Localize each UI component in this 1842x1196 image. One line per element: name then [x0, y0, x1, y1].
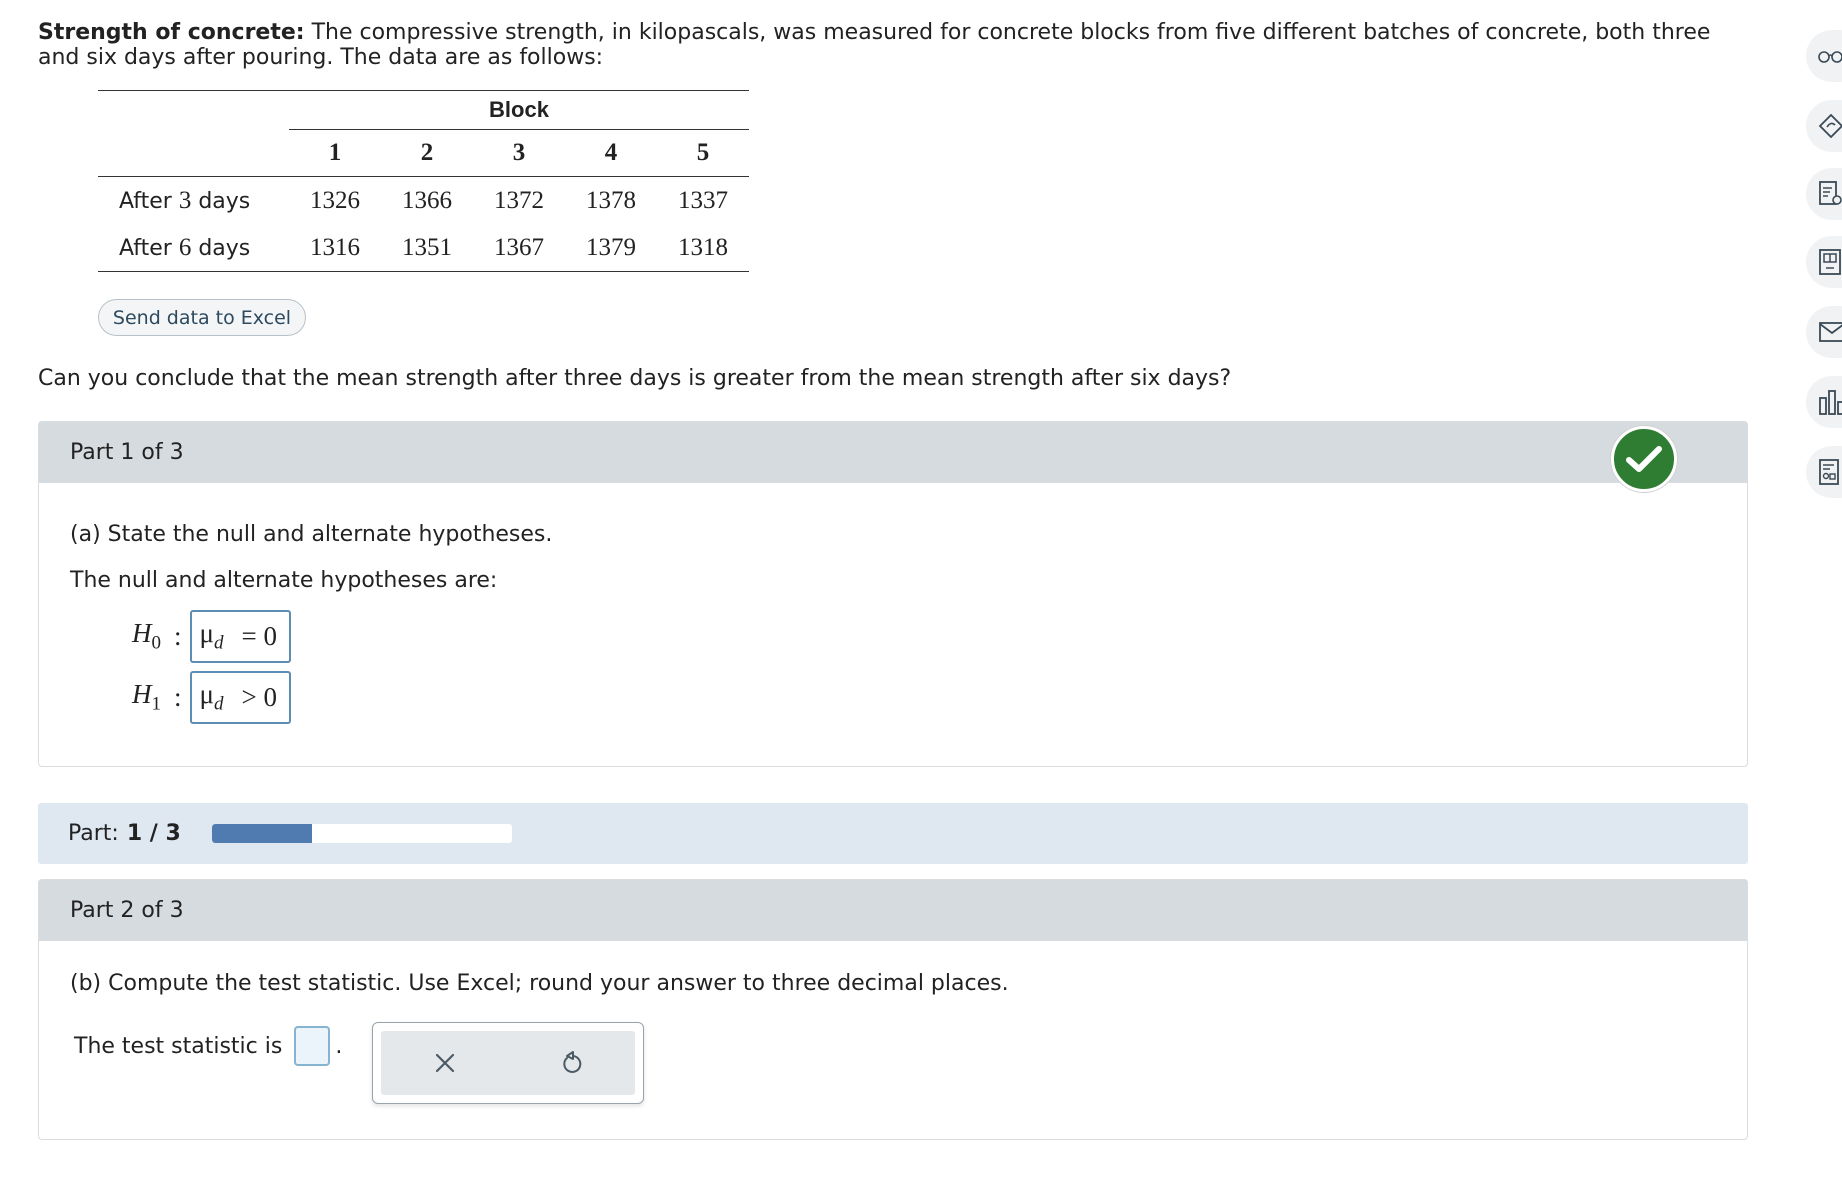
table-group-header: Block	[289, 90, 749, 130]
mail-icon	[1819, 322, 1842, 342]
table-column-header: 2	[381, 129, 473, 177]
part-2-card: Part 2 of 3 (b) Compute the test statist…	[38, 879, 1748, 1140]
book-icon	[1819, 249, 1841, 275]
side-tool-tag[interactable]	[1806, 100, 1842, 152]
problem-title: Strength of concrete:	[38, 20, 305, 45]
part-1-card: Part 1 of 3 (a) State the null and alter…	[38, 421, 1748, 767]
table-cell: 1316	[289, 224, 381, 272]
question-text: Can you conclude that the mean strength …	[38, 366, 1232, 391]
table-row-label: After 6 days	[98, 224, 289, 272]
send-data-to-excel-button[interactable]: Send data to Excel	[98, 299, 306, 336]
part-progress: Part: 1 / 3	[38, 803, 1748, 864]
table-column-header: 1	[289, 129, 381, 177]
notes-search-icon	[1819, 181, 1842, 205]
bar-chart-icon	[1819, 390, 1842, 415]
part-1-subprompt: The null and alternate hypotheses are:	[70, 568, 498, 593]
undo-button[interactable]	[552, 1043, 592, 1083]
test-statistic-label: The test statistic is	[74, 1033, 283, 1059]
table-cell: 1337	[678, 186, 728, 214]
null-hypothesis: H0 : μd = 0	[132, 610, 291, 663]
answer-tool-panel	[372, 1022, 644, 1104]
table-cell: 1351	[381, 224, 473, 272]
table-column-header: 5	[657, 129, 749, 177]
side-tool-chart[interactable]	[1806, 376, 1842, 428]
data-table: Block 12345 After 3 days 1326 1366 1372 1378…	[98, 90, 749, 272]
side-tool-notes[interactable]	[1806, 168, 1842, 220]
table-cell: 1372	[494, 186, 544, 214]
part-2-header: Part 2 of 3	[39, 880, 1747, 941]
progress-bar-fill	[211, 824, 312, 843]
table-cell: 1318	[657, 224, 749, 272]
side-tool-book[interactable]	[1806, 236, 1842, 288]
undo-icon	[562, 1051, 581, 1073]
glasses-icon	[1818, 51, 1842, 63]
test-statistic-input[interactable]	[294, 1026, 331, 1066]
table-row: After 6 days 1316 1351 1367 1379 1318	[98, 224, 749, 272]
table-column-header: 3	[473, 129, 565, 177]
test-statistic-row: The test statistic is .	[74, 1026, 342, 1066]
side-tool-mail[interactable]	[1806, 306, 1842, 358]
progress-bar	[211, 824, 512, 843]
side-tool-formula[interactable]	[1806, 446, 1842, 498]
problem-intro: Strength of concrete: The compressive st…	[38, 20, 1738, 70]
side-tool-glasses[interactable]	[1806, 30, 1842, 82]
alternate-hypothesis-box[interactable]: μd > 0	[189, 671, 291, 724]
part-1-header: Part 1 of 3	[39, 422, 1747, 483]
table-cell: 1378	[586, 186, 636, 214]
formula-sheet-icon	[1819, 459, 1839, 485]
close-icon	[435, 1053, 454, 1073]
table-cell: 1326	[310, 186, 360, 214]
table-row: After 3 days 1326 1366 1372 1378 1337	[98, 177, 749, 225]
part-2-prompt: (b) Compute the test statistic. Use Exce…	[70, 971, 1009, 996]
table-cell: 1379	[565, 224, 657, 272]
clear-button[interactable]	[425, 1043, 465, 1083]
null-hypothesis-box[interactable]: μd = 0	[189, 610, 291, 663]
part-1-prompt: (a) State the null and alternate hypothe…	[70, 522, 553, 547]
progress-label: Part:	[68, 821, 119, 846]
table-column-header: 4	[565, 129, 657, 177]
table-row-label: After 3 days	[119, 186, 251, 214]
table-cell: 1367	[473, 224, 565, 272]
correct-check-icon	[1611, 426, 1677, 492]
table-cell: 1366	[402, 186, 452, 214]
progress-value: 1 / 3	[126, 821, 181, 846]
alternate-hypothesis: H1 : μd > 0	[132, 671, 291, 724]
tag-icon	[1818, 113, 1842, 139]
